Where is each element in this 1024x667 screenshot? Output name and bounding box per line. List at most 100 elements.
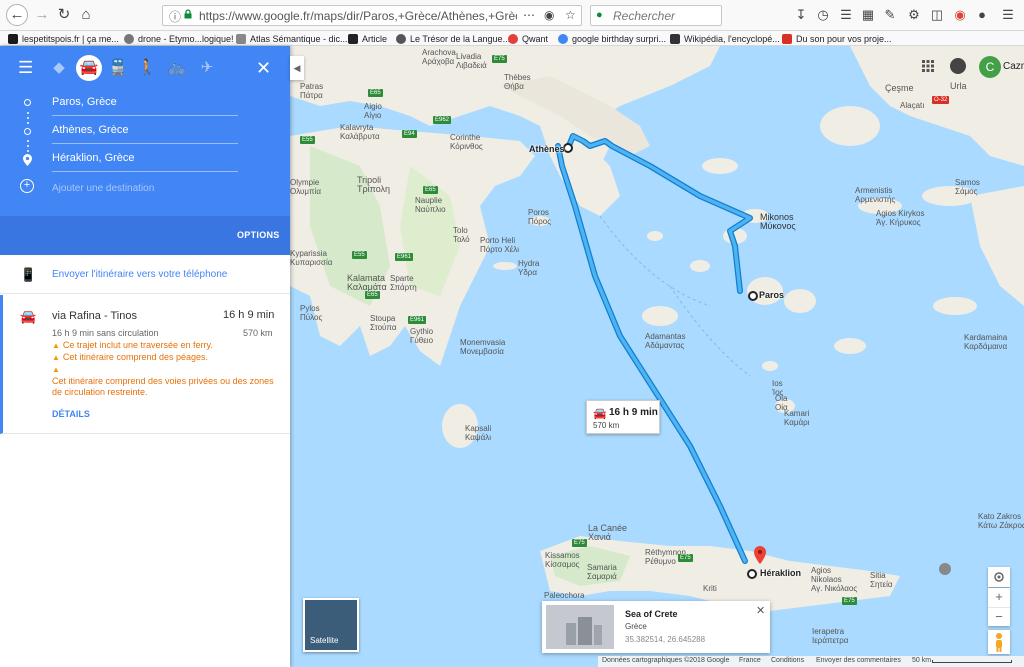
bookmark-item[interactable]: Atlas Sémantique - dic... [236,32,348,45]
avatar[interactable]: C [979,56,1001,78]
warning-icon: ▲ [52,353,60,362]
pegman-street-view-icon[interactable] [988,630,1010,654]
road-badge: E55 [300,136,315,144]
details-button[interactable]: DÉTAILS [52,409,90,419]
info-icon[interactable]: ⓘ [169,8,181,25]
send-to-phone-row[interactable]: 📱 Envoyer l'itinéraire vers votre téléph… [0,255,290,294]
zoom-out-button[interactable]: − [988,607,1010,626]
map-label: Olympie Ολυμπία [290,178,321,196]
menu-icon[interactable]: ☰ [1000,7,1016,23]
waypoint-dot-icon [24,128,31,135]
zoom-in-button[interactable]: + [988,588,1010,607]
crosshair-icon [994,572,1004,582]
satellite-toggle[interactable]: Satellite [303,598,359,652]
athens-label[interactable]: Athènes [529,144,565,154]
place-info-card[interactable]: Sea of Crete Grèce 35.382514, 26.645288 … [542,601,770,653]
compass-icon[interactable] [939,563,951,575]
hamburger-menu-icon[interactable]: ☰ [18,58,33,78]
feedback-link[interactable]: Envoyer des commentaires [816,657,901,664]
route-warning: ▲ [52,364,282,375]
directions-header: ☰ ◆ 🚘 🚆 🚶 🚲 ✈ ✕ Paros, Grèce Athènes, Gr… [0,46,290,255]
bookmark-item[interactable]: Le Trésor de la Langue... [396,32,510,45]
place-thumbnail[interactable] [546,605,614,649]
waypoint-input[interactable]: Héraklion, Grèce [52,152,238,172]
road-badge: E65 [423,186,438,194]
terms-link[interactable]: Conditions [771,657,804,664]
map-canvas[interactable]: Arachova Αράχοβα Livadia Λιβαδειά Thèbes Θή… [290,46,1024,667]
map-label: Agios Nikolaos Αγ. Νικόλαος [811,566,858,593]
bike-mode-icon[interactable]: 🚲 [166,57,188,79]
road-badge: E65 [365,291,380,299]
bookmark-item[interactable]: google birthday surpri... [558,32,666,45]
route-option[interactable]: 🚘 via Rafina - Tinos 16 h 9 min 16 h 9 m… [0,295,290,434]
scale-label[interactable]: 50 km [912,657,931,664]
paros-label[interactable]: Paros [759,290,784,300]
bookmark-label: drone - Etymo...logique! [138,33,234,44]
route-connector-dot [27,140,29,142]
car-mode-icon[interactable]: 🚘 [76,55,102,81]
bookmark-item[interactable]: Article [348,32,387,45]
map-label: Livadia Λιβαδειά [456,52,487,70]
waypoint-paros-marker[interactable] [748,291,758,301]
bookmark-item[interactable]: drone - Etymo...logique! [124,32,234,45]
road-badge: E75 [492,55,507,63]
bookmark-item[interactable]: Wikipédia, l'encyclopé... [670,32,780,45]
home-icon[interactable]: ⌂ [76,5,96,25]
page-actions-icon[interactable]: ⋯ [523,8,535,22]
pocket-icon[interactable]: ◉ [544,8,554,22]
extension-dots-icon[interactable]: ● [974,7,990,23]
extension-red-icon[interactable]: ◉ [952,7,968,23]
url-bar[interactable]: ⓘ https://www.google.fr/maps/dir/Paros,+… [162,5,582,26]
bookmark-label: Atlas Sémantique - dic... [250,33,348,44]
map-label: Hydra Υδρα [518,259,540,277]
back-button[interactable]: ← [6,4,28,26]
bookmark-star-icon[interactable]: ☆ [565,8,576,22]
route-time-card[interactable]: 🚘 16 h 9 min 570 km [586,400,660,434]
notifications-bell-icon[interactable] [950,58,966,74]
waypoint-input[interactable]: Paros, Grèce [52,96,238,116]
reload-button[interactable]: ↻ [54,5,74,25]
bookmark-item[interactable]: lespetitspois.fr | ça me... [8,32,119,45]
close-icon[interactable]: ✕ [756,604,765,617]
route-warning-text: Cet itinéraire comprend des voies privée… [52,376,274,397]
transit-mode-icon[interactable]: 🚆 [107,57,129,79]
route-card-distance: 570 km [593,421,620,430]
collapse-panel-button[interactable]: ◀ [290,56,304,80]
flight-mode-icon[interactable]: ✈ [196,57,218,79]
search-bar[interactable]: ● Rechercher [590,5,722,26]
extension-icon[interactable]: ⚙ [906,7,922,23]
heraklion-label[interactable]: Héraklion [760,568,801,578]
land-ios [762,361,778,371]
history-icon[interactable]: ◷ [815,7,831,23]
bookmark-item[interactable]: Du son pour vos proje... [782,32,892,45]
waypoint-athens-marker[interactable] [563,143,573,153]
map-label: Aigio Αίγιο [364,102,382,120]
pen-icon[interactable]: ✎ [882,7,898,23]
sidebar-icon[interactable]: ◫ [929,7,945,23]
search-input[interactable]: Rechercher [613,9,675,23]
forward-button[interactable]: → [32,5,52,25]
route-connector-dot [27,122,29,124]
waypoint-input[interactable]: Athènes, Grèce [52,124,238,144]
bookmark-label: Article [362,33,388,44]
map-label: Alaçatı [900,101,925,110]
best-route-icon[interactable]: ◆ [48,57,70,79]
add-destination-input[interactable]: Ajouter une destination [52,183,154,194]
add-destination-icon[interactable]: + [20,179,34,193]
my-location-button[interactable] [988,567,1010,587]
downloads-icon[interactable]: ↧ [793,7,809,23]
waypoint-heraklion-marker[interactable] [747,569,757,579]
options-button[interactable]: OPTIONS [237,230,280,240]
route-connector-dot [27,145,29,147]
country-link[interactable]: France [739,657,761,664]
close-directions-icon[interactable]: ✕ [256,58,271,79]
bookmark-item[interactable]: Qwant [508,32,548,45]
send-to-phone-link[interactable]: Envoyer l'itinéraire vers votre téléphon… [52,269,227,280]
bookmark-label: Qwant [522,33,549,44]
bookmark-label: Du son pour vos proje... [796,33,892,44]
screenshot-icon[interactable]: ▦ [860,7,876,23]
walk-mode-icon[interactable]: 🚶 [136,57,158,79]
road-badge: E961 [395,253,414,261]
apps-grid-icon[interactable] [922,60,934,72]
library-icon[interactable]: ☰ [838,7,854,23]
